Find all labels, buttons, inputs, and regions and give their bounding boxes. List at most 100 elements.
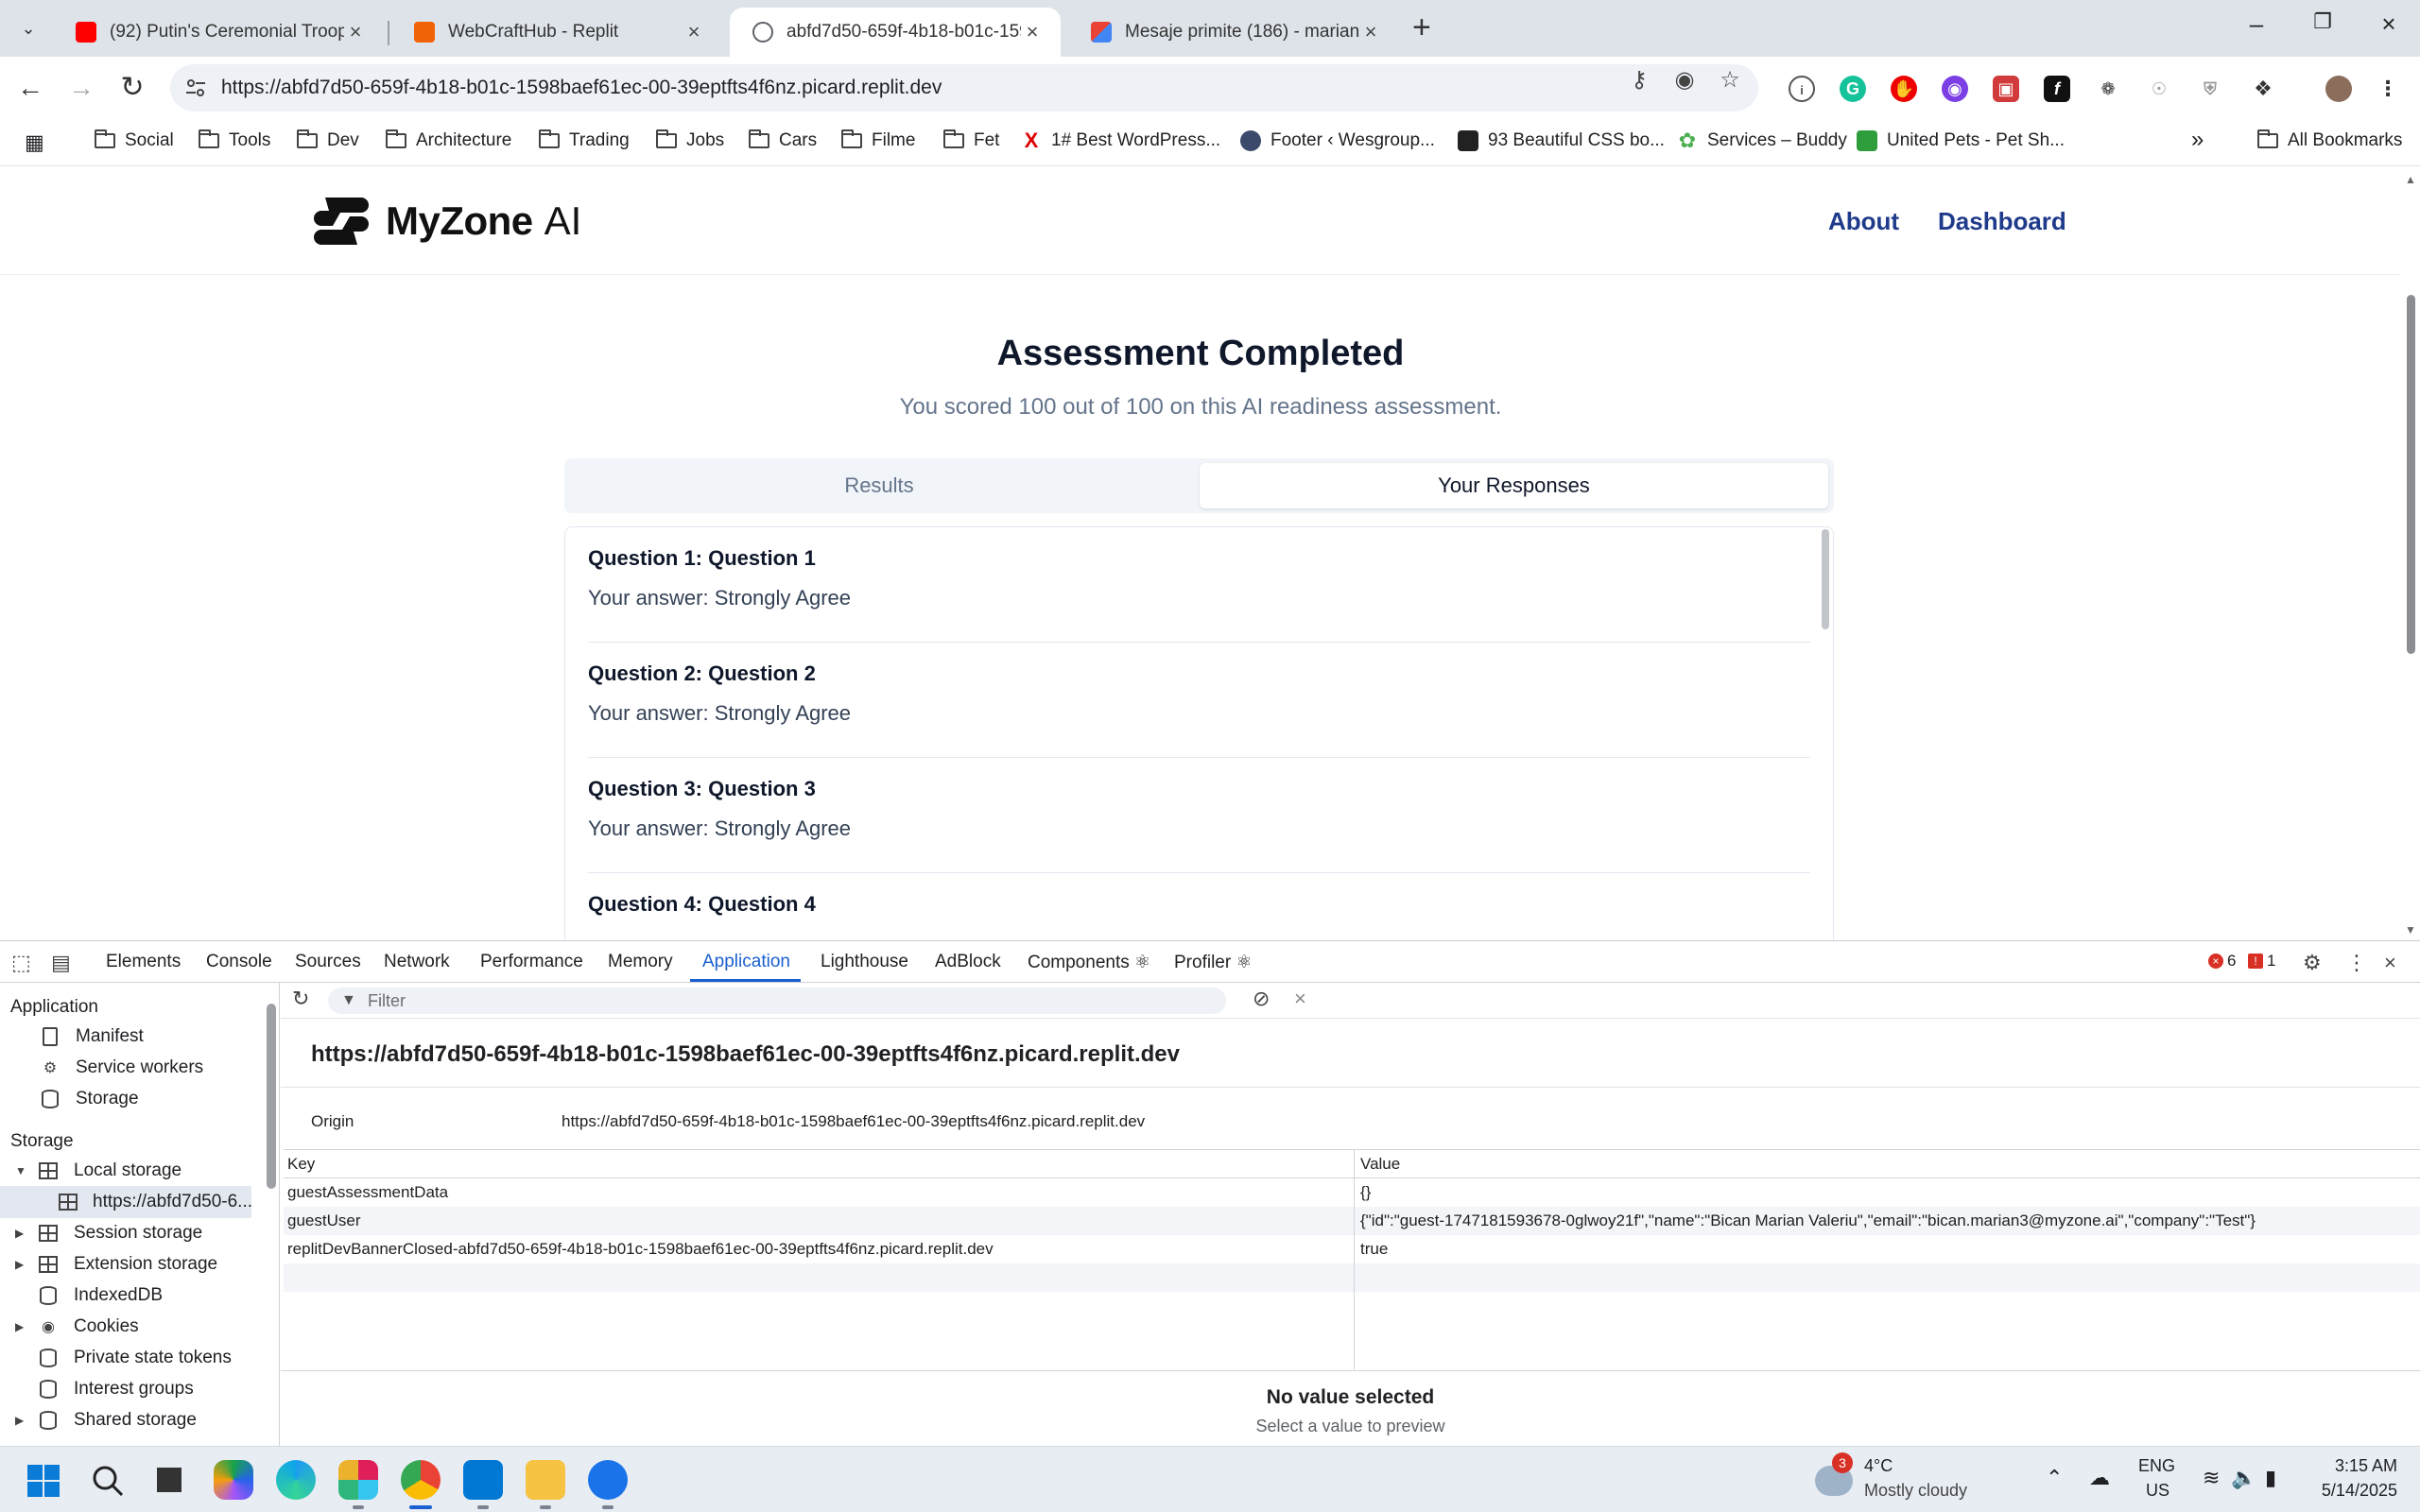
- bookmark-folder-trading[interactable]: Trading: [539, 129, 630, 151]
- browser-tab-replit[interactable]: WebCraftHub - Replit ×: [391, 8, 722, 57]
- sidebar-item-extension-storage[interactable]: ▶ Extension storage: [15, 1248, 217, 1280]
- adblock-icon[interactable]: ✋: [1891, 76, 1917, 102]
- brand-logo[interactable]: MyZone AI: [312, 192, 581, 250]
- battery-icon[interactable]: ▮: [2265, 1466, 2276, 1490]
- temperature[interactable]: 4°C: [1864, 1456, 1893, 1476]
- delete-selected-icon[interactable]: ×: [1294, 987, 1306, 1011]
- devtools-tab-console[interactable]: Console: [206, 952, 272, 972]
- bookmark-footer[interactable]: Footer ‹ Wesgroup...: [1240, 130, 1435, 151]
- sidebar-item-storage[interactable]: Storage: [40, 1083, 139, 1115]
- close-devtools-icon[interactable]: ×: [2384, 951, 2396, 975]
- bookmark-folder-dev[interactable]: Dev: [297, 129, 359, 151]
- key-column-header[interactable]: Key: [287, 1155, 315, 1174]
- sidebar-item-cookies[interactable]: ▶ ◉ Cookies: [15, 1311, 139, 1343]
- warning-count-badge[interactable]: ! 1: [2248, 952, 2275, 971]
- devtools-menu-icon[interactable]: ⋮: [2346, 951, 2367, 975]
- bookmark-folder-social[interactable]: Social: [95, 129, 174, 151]
- all-bookmarks[interactable]: All Bookmarks: [2257, 129, 2402, 151]
- reload-icon[interactable]: ↻: [115, 72, 149, 106]
- bookmark-folder-jobs[interactable]: Jobs: [656, 129, 724, 151]
- bookmark-folder-cars[interactable]: Cars: [749, 129, 817, 151]
- collapsed-arrow-icon[interactable]: ▶: [15, 1258, 28, 1271]
- page-scrollbar[interactable]: ▲ ▼: [2401, 167, 2420, 940]
- scrollbar-thumb[interactable]: [267, 1004, 276, 1189]
- edge-icon[interactable]: [276, 1460, 316, 1500]
- browser-menu-icon[interactable]: ⋮: [2375, 76, 2401, 102]
- browser-tab-gmail[interactable]: Mesaje primite (186) - marianva ×: [1068, 8, 1399, 57]
- chrome-icon[interactable]: [401, 1460, 441, 1500]
- table-row[interactable]: replitDevBannerClosed-abfd7d50-659f-4b18…: [284, 1235, 2420, 1263]
- clear-all-icon[interactable]: ⊘: [1253, 987, 1270, 1011]
- close-tab-icon[interactable]: ×: [344, 20, 367, 44]
- profile-avatar[interactable]: [2325, 76, 2352, 102]
- weather-condition[interactable]: Mostly cloudy: [1864, 1481, 1967, 1501]
- table-row[interactable]: guestAssessmentData {}: [284, 1178, 2420, 1207]
- copilot-icon[interactable]: [214, 1460, 253, 1500]
- windows-start-icon[interactable]: [26, 1464, 60, 1498]
- input-region[interactable]: US: [2146, 1481, 2169, 1501]
- devtools-tab-network[interactable]: Network: [384, 952, 450, 972]
- responses-panel[interactable]: Question 1: Question 1 Your answer: Stro…: [564, 526, 1834, 940]
- bookmark-folder-tools[interactable]: Tools: [199, 129, 270, 151]
- volume-icon[interactable]: 🔈: [2231, 1466, 2256, 1490]
- site-info-icon[interactable]: [183, 76, 208, 100]
- column-divider[interactable]: [1354, 1150, 1355, 1369]
- devtools-tab-performance[interactable]: Performance: [480, 952, 583, 972]
- new-tab-button[interactable]: +: [1412, 11, 1431, 43]
- maps-pin-icon[interactable]: [588, 1460, 628, 1500]
- grammarly-icon[interactable]: G: [1840, 76, 1866, 102]
- device-toolbar-icon[interactable]: ▤: [51, 951, 71, 975]
- bookmark-folder-architecture[interactable]: Architecture: [386, 129, 511, 151]
- tab-your-responses[interactable]: Your Responses: [1200, 463, 1828, 508]
- collapsed-arrow-icon[interactable]: ▶: [15, 1320, 28, 1333]
- scroll-down-icon[interactable]: ▼: [2405, 923, 2416, 936]
- address-bar[interactable]: https://abfd7d50-659f-4b18-b01c-1598baef…: [170, 64, 1758, 112]
- collapsed-arrow-icon[interactable]: ▶: [15, 1414, 28, 1427]
- close-window-icon[interactable]: ×: [2370, 9, 2408, 39]
- minimize-icon[interactable]: –: [2238, 9, 2275, 39]
- nav-about-link[interactable]: About: [1828, 207, 1899, 236]
- scrollbar-thumb[interactable]: [1822, 529, 1829, 629]
- bookmark-css[interactable]: 93 Beautiful CSS bo...: [1458, 130, 1665, 151]
- vscode-icon[interactable]: [463, 1460, 503, 1500]
- search-icon[interactable]: [91, 1464, 125, 1498]
- sidebar-item-session-storage[interactable]: ▶ Session storage: [15, 1217, 202, 1249]
- back-icon[interactable]: ←: [13, 72, 47, 106]
- browser-tab-active[interactable]: abfd7d50-659f-4b18-b01c-159 ×: [730, 8, 1061, 57]
- screenshot-icon[interactable]: ▣: [1993, 76, 2019, 102]
- responses-scrollbar[interactable]: [1822, 527, 1831, 940]
- devtools-tab-sources[interactable]: Sources: [295, 952, 361, 972]
- collapsed-arrow-icon[interactable]: ▶: [15, 1227, 28, 1240]
- task-view-icon[interactable]: [149, 1460, 189, 1500]
- extensions-puzzle-icon[interactable]: ❖: [2250, 76, 2276, 102]
- clock-date[interactable]: 5/14/2025: [2312, 1481, 2397, 1501]
- font-icon[interactable]: f: [2044, 76, 2070, 102]
- settings-gear-icon[interactable]: ⚙: [2303, 951, 2322, 975]
- apps-grid-icon[interactable]: ▦: [25, 130, 44, 155]
- devtools-tab-elements[interactable]: Elements: [106, 952, 181, 972]
- table-row[interactable]: guestUser {"id":"guest-1747181593678-0gl…: [284, 1207, 2420, 1235]
- clock-time[interactable]: 3:15 AM: [2327, 1456, 2397, 1476]
- devtools-tab-application[interactable]: Application: [702, 952, 790, 972]
- filter-input[interactable]: ▼ Filter: [328, 988, 1226, 1014]
- close-tab-icon[interactable]: ×: [683, 20, 705, 44]
- value-column-header[interactable]: Value: [1360, 1155, 1400, 1174]
- sidebar-item-local-storage[interactable]: ▼ Local storage: [15, 1155, 182, 1187]
- bookmark-folder-fet[interactable]: Fet: [943, 129, 999, 151]
- password-key-icon[interactable]: ⚷: [1626, 68, 1652, 94]
- bookmark-buddy[interactable]: ✿ Services – Buddy: [1677, 130, 1847, 151]
- bookmark-united-pets[interactable]: United Pets - Pet Sh...: [1857, 130, 2065, 151]
- devtools-tab-profiler[interactable]: Profiler ⚛: [1174, 952, 1253, 973]
- expanded-arrow-icon[interactable]: ▼: [15, 1164, 28, 1177]
- wifi-icon[interactable]: ≋: [2203, 1466, 2220, 1490]
- color-picker-icon[interactable]: ◉: [1942, 76, 1968, 102]
- devtools-tab-components[interactable]: Components ⚛: [1028, 952, 1150, 973]
- close-tab-icon[interactable]: ×: [1359, 20, 1382, 44]
- chevron-up-icon[interactable]: ⌃: [2046, 1466, 2063, 1490]
- sidebar-item-shared-storage[interactable]: ▶ Shared storage: [15, 1404, 197, 1436]
- sidebar-item-local-storage-origin[interactable]: https://abfd7d50-6...: [0, 1186, 252, 1218]
- error-count-badge[interactable]: × 6: [2208, 952, 2236, 971]
- restore-icon[interactable]: ❐: [2304, 9, 2342, 34]
- sidebar-item-private-state-tokens[interactable]: Private state tokens: [38, 1342, 232, 1374]
- bookmark-folder-filme[interactable]: Filme: [841, 129, 915, 151]
